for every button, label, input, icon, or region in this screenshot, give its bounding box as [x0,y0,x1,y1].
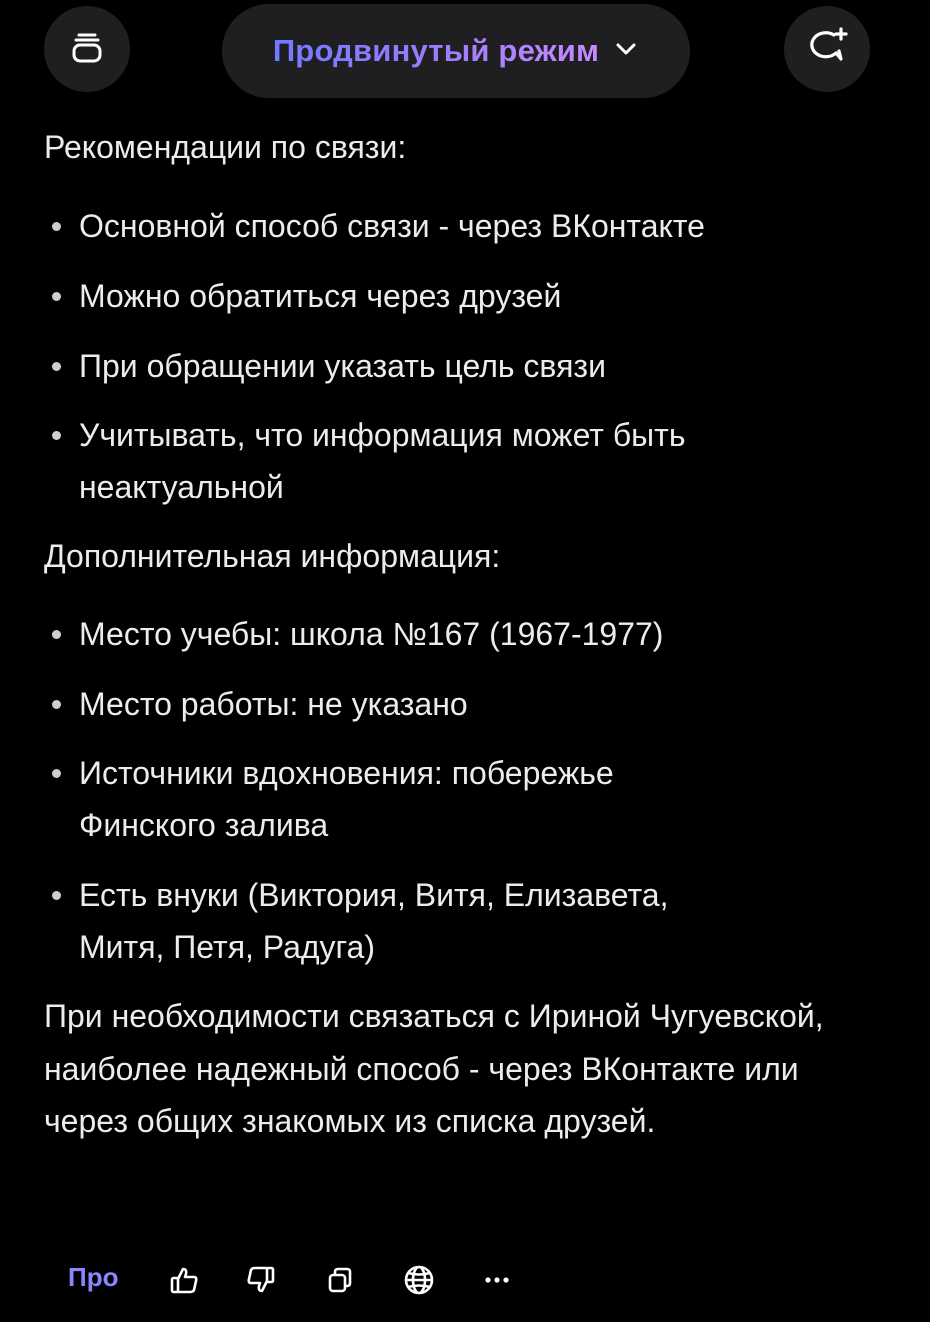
bullet-dot [52,292,61,301]
new-chat-icon [803,23,851,76]
list-item-text: Место работы: не указано [79,686,468,722]
globe-icon[interactable] [399,1260,439,1300]
conclusion-text: При необходимости связаться с Ириной Чуг… [44,998,824,1139]
mode-selector[interactable]: Продвинутый режим [222,4,690,98]
list-item-text: Источники вдохновения: побережье Финског… [79,755,614,843]
top-bar: Продвинутый режим [0,0,930,110]
thumbs-down-icon[interactable] [241,1260,281,1300]
bullet-dot [52,630,61,639]
list-item-text: Учитывать, что информация может быть неа… [79,417,686,505]
list-item: Учитывать, что информация может быть неа… [44,409,784,513]
history-button[interactable] [44,6,130,92]
list-item: Источники вдохновения: побережье Финског… [44,747,724,851]
list-item-text: Место учебы: школа №167 (1967-1977) [79,616,664,652]
pro-badge[interactable]: Про [68,1262,118,1293]
bullet-dot [52,700,61,709]
list-item-text: Основной способ связи - через ВКонтакте [79,208,705,244]
bullet-dot [52,222,61,231]
mode-label: Продвинутый режим [272,33,600,68]
bullet-dot [52,431,61,440]
stack-icon [67,27,107,72]
list-item-text: Есть внуки (Виктория, Витя, Елизавета, М… [79,877,669,965]
new-chat-button[interactable] [784,6,870,92]
list-item: Основной способ связи - через ВКонтакте [44,200,844,252]
more-icon[interactable] [477,1260,517,1300]
additional-heading: Дополнительная информация: [44,538,501,574]
recommendations-heading: Рекомендации по связи: [44,129,407,165]
list-item: Есть внуки (Виктория, Витя, Елизавета, М… [44,869,759,973]
thumbs-up-icon[interactable] [164,1260,204,1300]
list-item: При обращении указать цель связи [44,340,844,392]
list-item: Можно обратиться через друзей [44,270,844,322]
bullet-dot [52,891,61,900]
list-item: Место работы: не указано [44,678,844,730]
list-item-text: При обращении указать цель связи [79,348,606,384]
list-item-text: Можно обратиться через друзей [79,278,562,314]
bullet-dot [52,769,61,778]
bullet-dot [52,362,61,371]
list-item: Место учебы: школа №167 (1967-1977) [44,608,844,660]
chevron-down-icon [613,36,639,67]
message-actions: Про [0,1248,930,1312]
copy-icon[interactable] [320,1260,360,1300]
